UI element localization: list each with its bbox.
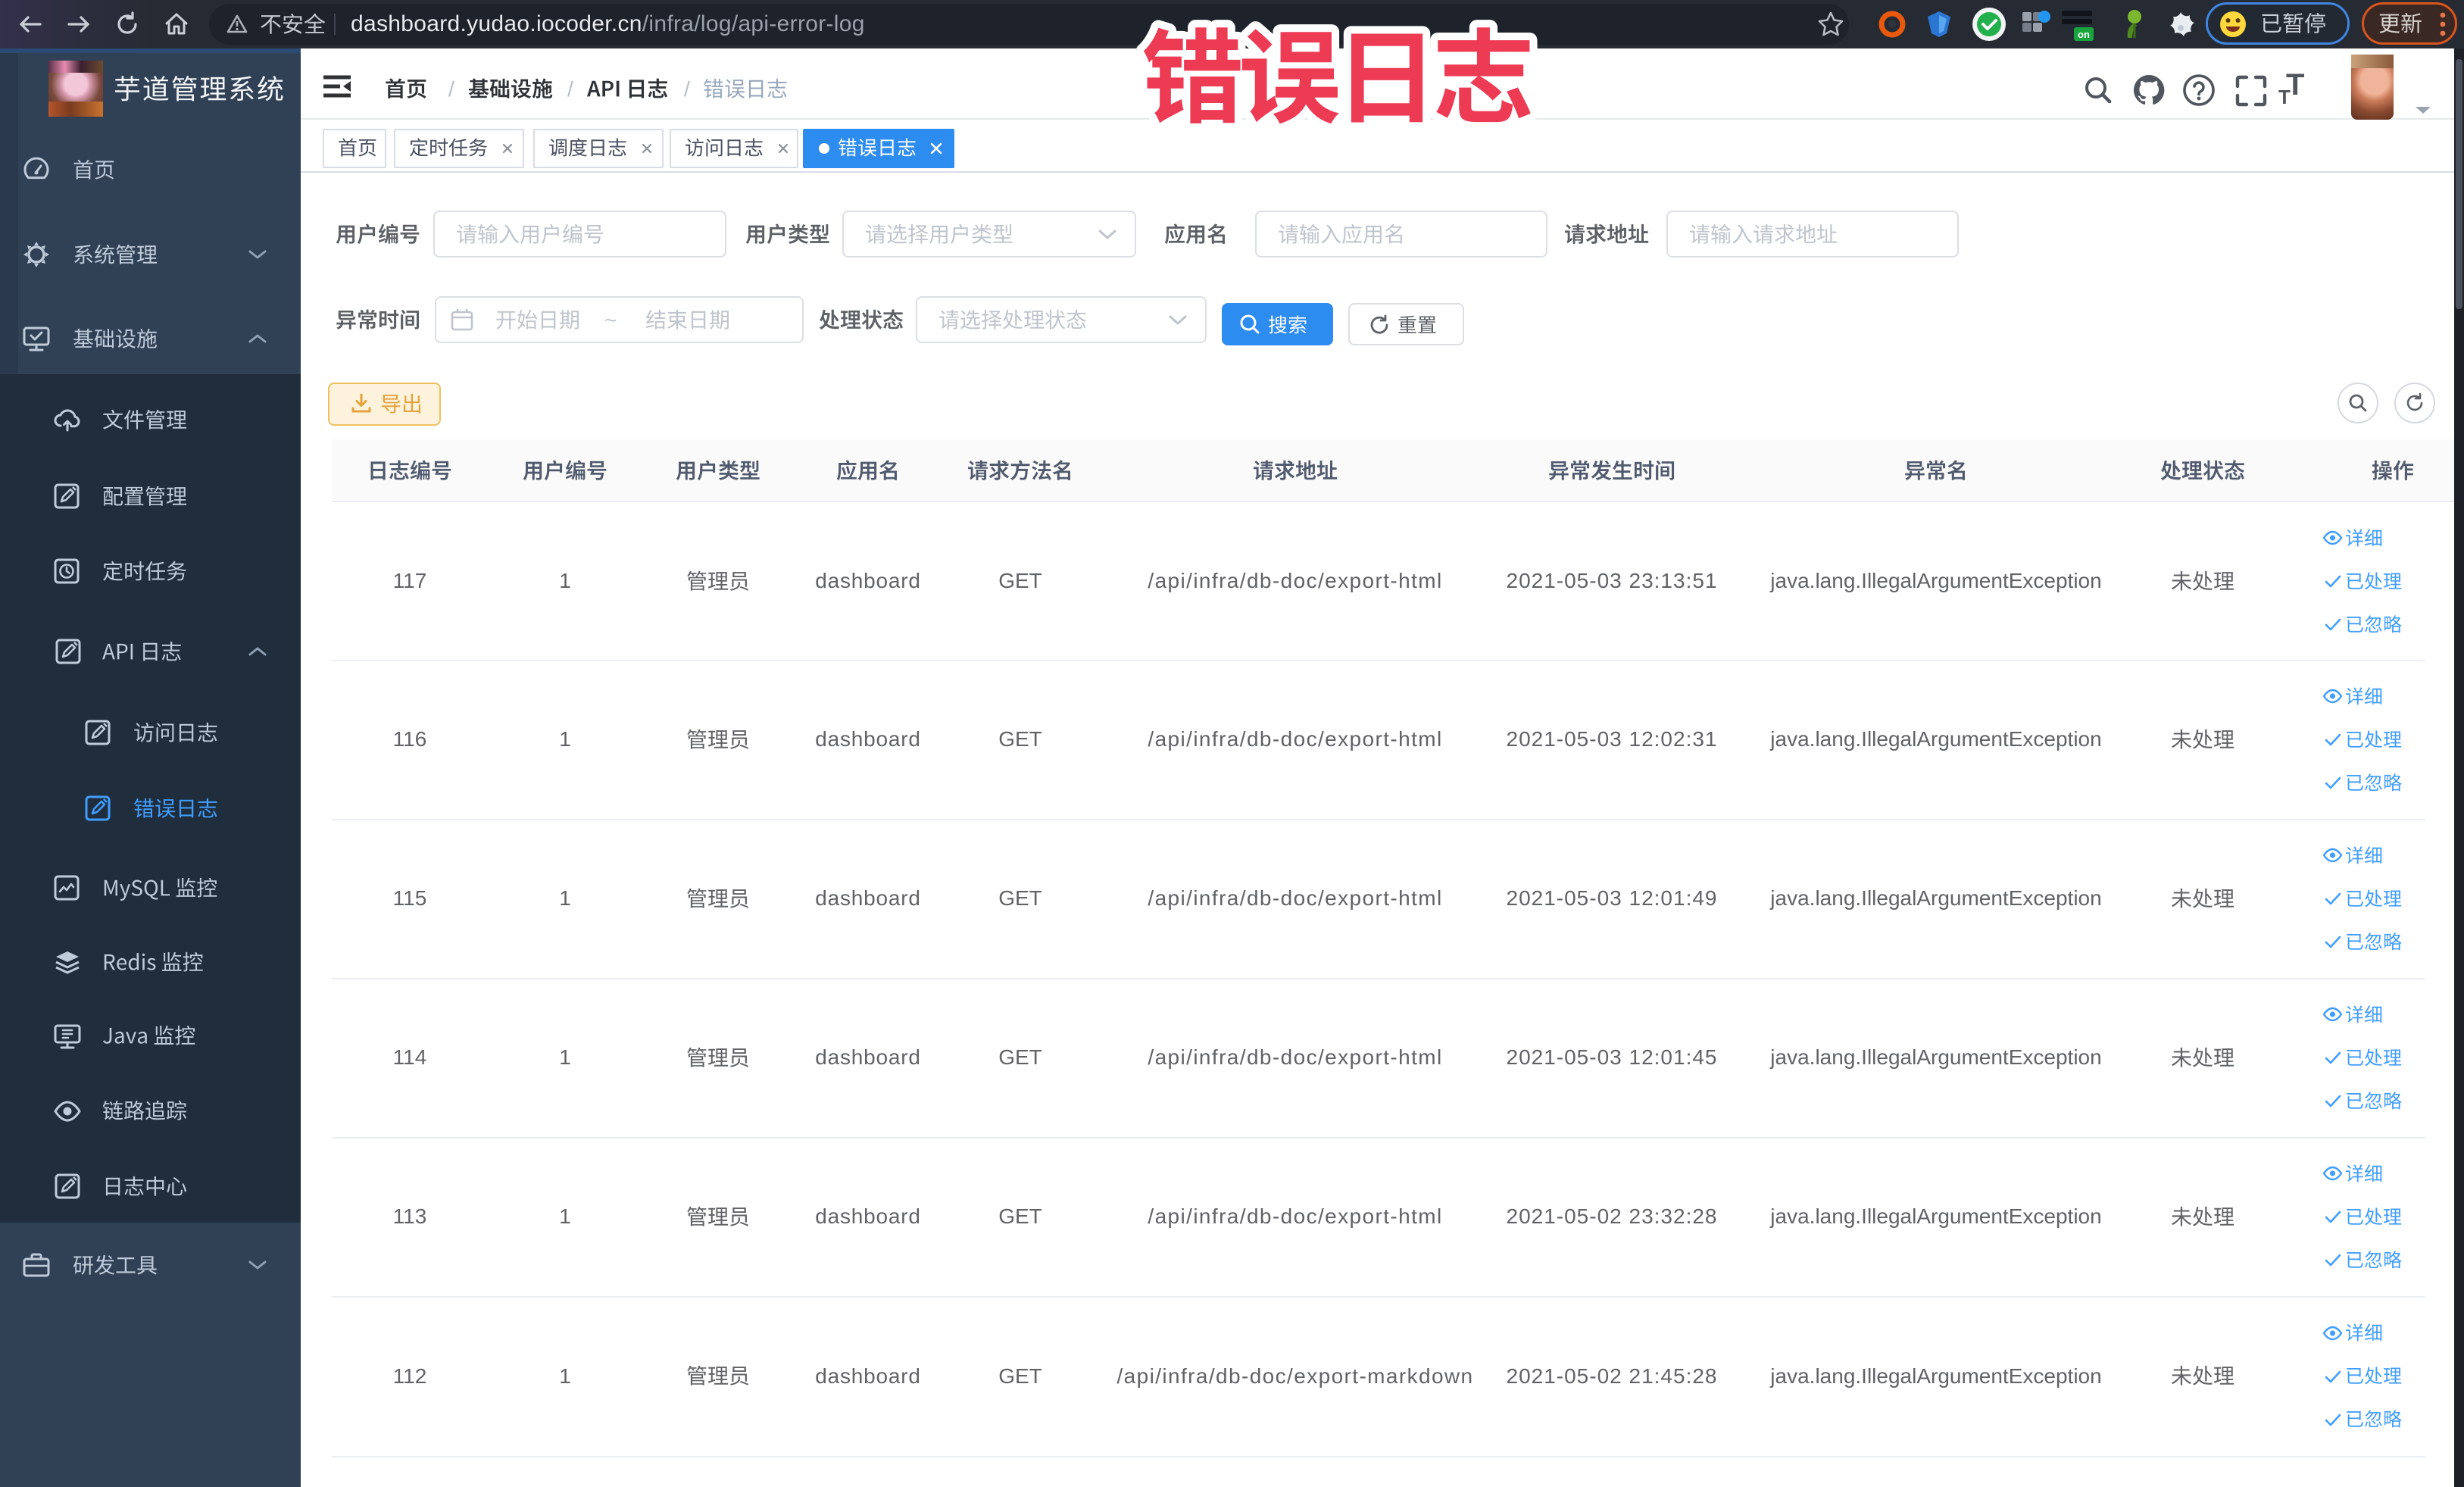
svg-text:on: on (2078, 29, 2090, 40)
